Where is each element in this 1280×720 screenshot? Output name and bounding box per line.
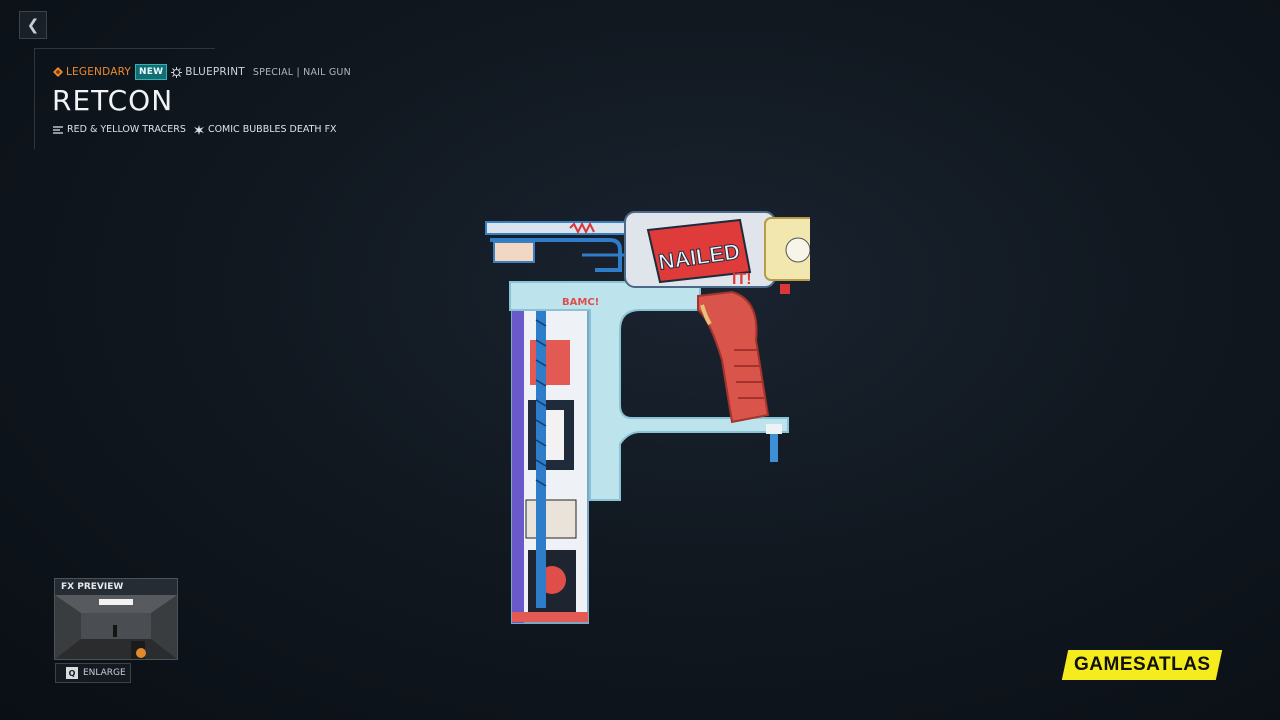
enlarge-label: ENLARGE [83, 668, 126, 678]
legendary-diamond-icon [53, 67, 63, 77]
tracer-icon [53, 125, 63, 134]
keybind-q: Q [66, 667, 78, 679]
magazine [511, 304, 589, 624]
effect-tracers: RED & YELLOW TRACERS [53, 124, 186, 135]
weapon-name: RETCON [52, 84, 174, 117]
burst-icon [193, 124, 204, 135]
fx-preview-card[interactable]: FX PREVIEW [54, 578, 178, 660]
air-fitting [766, 424, 782, 462]
watermark-logo: GAMESATLAS [1061, 650, 1223, 680]
body: NAILED IT! [624, 211, 810, 294]
blueprint-text: BLUEPRINT [185, 66, 245, 78]
rarity-label: LEGENDARY [53, 66, 131, 78]
weapon-category: SPECIAL | NAIL GUN [252, 66, 351, 78]
effect-death-fx-label: COMIC BUBBLES DEATH FX [207, 124, 337, 135]
effect-tracers-label: RED & YELLOW TRACERS [67, 124, 186, 135]
svg-text:BAMC!: BAMC! [562, 297, 599, 308]
enlarge-button[interactable]: Q ENLARGE [55, 663, 131, 683]
fx-preview-thumbnail[interactable] [55, 595, 177, 659]
blueprint-icon [171, 66, 183, 78]
grip [697, 290, 770, 424]
effect-death-fx: COMIC BUBBLES DEATH FX [193, 124, 337, 135]
svg-text:IT!: IT! [732, 271, 752, 288]
chevron-left-icon: ❮ [26, 16, 40, 34]
rarity-text: LEGENDARY [66, 66, 132, 78]
fx-preview-label: FX PREVIEW [55, 579, 177, 595]
watermark-text: GAMESATLAS [1073, 654, 1211, 675]
blueprint-label: BLUEPRINT [171, 66, 245, 78]
new-badge: NEW [135, 64, 168, 80]
back-button[interactable]: ❮ [19, 11, 47, 39]
weapon-render: BAMC! NAILED IT! [485, 211, 810, 624]
item-tags: LEGENDARY NEW BLUEPRINT SPECIAL | NAIL G… [53, 64, 351, 80]
effects-row: RED & YELLOW TRACERS COMIC BUBBLES DEATH… [53, 124, 345, 135]
